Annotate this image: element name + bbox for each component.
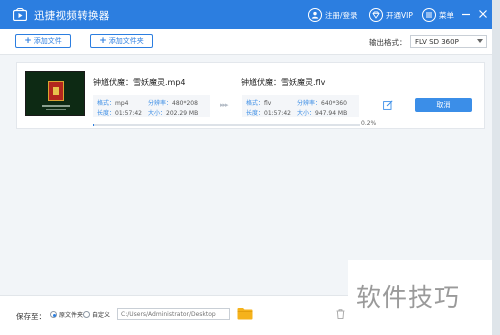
target-resolution-value: 640*360: [321, 100, 347, 107]
save-to-label: 保存至：: [16, 312, 46, 321]
source-size-value: 202.29 MB: [166, 110, 199, 117]
target-duration-key: 长度：: [246, 110, 265, 117]
target-size-value: 947.94 MB: [315, 110, 348, 117]
app-logo-icon: [13, 8, 27, 21]
trash-icon[interactable]: [336, 309, 345, 319]
progress-fill: [93, 124, 94, 126]
menu-icon: [422, 8, 436, 22]
source-format-value: mp4: [115, 100, 129, 107]
login-button[interactable]: 注册/登录: [308, 7, 358, 23]
chevron-down-icon: [477, 39, 483, 43]
task-item: 钟馗伏魔：雪妖魔灵.mp4 格式：mp4 分辨率：480*208 长度：01:5…: [16, 62, 485, 129]
radio-original-folder[interactable]: 原文件夹: [50, 310, 83, 319]
video-thumbnail: [25, 71, 85, 116]
edit-icon[interactable]: [383, 100, 393, 110]
target-format-value: flv: [264, 100, 272, 107]
source-resolution-key: 分辨率：: [148, 100, 173, 107]
progress-bar: [93, 124, 360, 126]
cancel-button[interactable]: 取消: [415, 98, 472, 112]
add-folder-label: 添加文件夹: [108, 37, 144, 45]
radio-selected-icon: [50, 311, 57, 318]
target-format-key: 格式：: [246, 100, 265, 107]
source-duration-key: 长度：: [97, 110, 116, 117]
plus-icon: +: [99, 35, 107, 46]
watermark-overlay: 软件技巧: [348, 260, 492, 335]
task-list: 钟馗伏魔：雪妖魔灵.mp4 格式：mp4 分辨率：480*208 长度：01:5…: [0, 55, 492, 295]
title-bar: 迅捷视频转换器 注册/登录 开通VIP 菜单: [0, 0, 492, 29]
vip-label: 开通VIP: [386, 10, 413, 20]
target-size-key: 大小：: [297, 110, 316, 117]
source-size-key: 大小：: [148, 110, 167, 117]
add-file-button[interactable]: + 添加文件: [15, 34, 71, 48]
watermark-text: 软件技巧: [356, 283, 461, 312]
source-duration-value: 01:57:42: [115, 110, 142, 117]
radio-unselected-icon: [83, 311, 90, 318]
source-resolution-value: 480*208: [172, 100, 198, 107]
app-title: 迅捷视频转换器: [34, 10, 110, 22]
progress-percent: 0.2%: [361, 120, 377, 127]
source-info: 格式：mp4 分辨率：480*208 长度：01:57:42 大小：202.29…: [93, 95, 210, 117]
convert-arrow-icon: ▸▸▸: [220, 101, 228, 109]
minimize-icon[interactable]: [460, 8, 472, 20]
app-window: 迅捷视频转换器 注册/登录 开通VIP 菜单 + 添加文件 + 添加文件夹 输出…: [0, 0, 492, 335]
login-label: 注册/登录: [325, 10, 358, 20]
toolbar: + 添加文件 + 添加文件夹 输出格式： FLV SD 360P: [0, 29, 492, 55]
output-format-label: 输出格式：: [369, 38, 407, 47]
output-format-value: FLV SD 360P: [415, 37, 459, 46]
radio-custom-folder[interactable]: 自定义: [83, 310, 110, 319]
background-window-edge: [492, 0, 500, 335]
add-folder-button[interactable]: + 添加文件夹: [90, 34, 153, 48]
output-format-select[interactable]: FLV SD 360P: [410, 35, 487, 48]
source-format-key: 格式：: [97, 100, 116, 107]
folder-icon[interactable]: [237, 307, 253, 320]
radio-original-label: 原文件夹: [59, 312, 84, 319]
close-icon[interactable]: [477, 8, 489, 20]
target-filename: 钟馗伏魔：雪妖魔灵.flv: [241, 78, 326, 87]
vip-icon: [369, 8, 383, 22]
add-file-label: 添加文件: [33, 37, 62, 45]
vip-button[interactable]: 开通VIP: [369, 7, 413, 23]
target-resolution-key: 分辨率：: [297, 100, 322, 107]
plus-icon: +: [24, 35, 32, 46]
target-duration-value: 01:57:42: [264, 110, 291, 117]
output-path-input[interactable]: [117, 308, 230, 320]
source-filename: 钟馗伏魔：雪妖魔灵.mp4: [93, 78, 186, 87]
menu-button[interactable]: 菜单: [422, 7, 454, 23]
target-info: 格式：flv 分辨率：640*360 长度：01:57:42 大小：947.94…: [242, 95, 359, 117]
user-icon: [308, 8, 322, 22]
menu-label: 菜单: [439, 10, 454, 20]
radio-custom-label: 自定义: [92, 312, 111, 319]
